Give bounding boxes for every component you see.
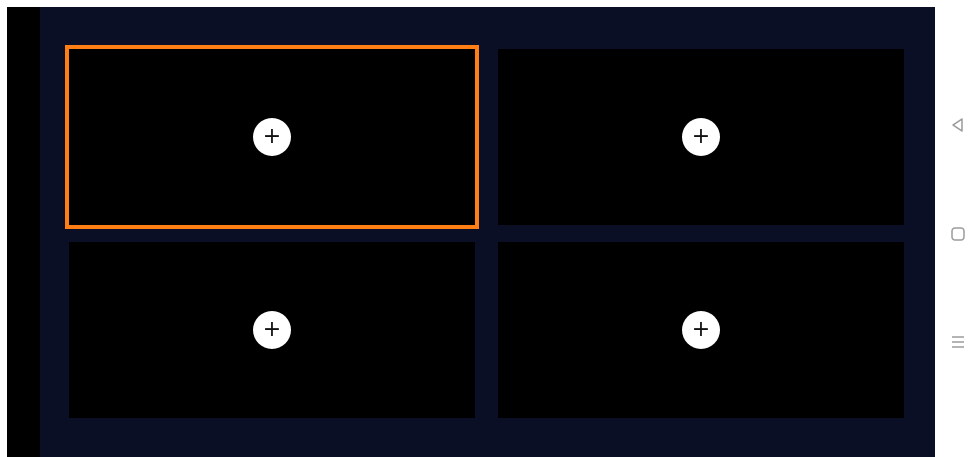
- plus-icon: +: [691, 124, 711, 149]
- menu-lines-icon[interactable]: [948, 332, 968, 352]
- plus-icon: +: [691, 317, 711, 342]
- app-root: + + + +: [0, 0, 976, 457]
- add-button[interactable]: +: [253, 118, 291, 156]
- plus-icon: +: [262, 124, 282, 149]
- screen-slot-3[interactable]: +: [69, 242, 475, 418]
- screen-slot-4[interactable]: +: [498, 242, 904, 418]
- left-edge-strip: [7, 7, 40, 457]
- add-button[interactable]: +: [682, 311, 720, 349]
- split-screen-grid: + + + +: [7, 7, 935, 457]
- add-button[interactable]: +: [682, 118, 720, 156]
- system-nav-bar: [935, 7, 976, 457]
- plus-icon: +: [262, 317, 282, 342]
- home-square-icon[interactable]: [948, 224, 968, 244]
- back-triangle-icon[interactable]: [948, 115, 968, 135]
- screen-slot-1[interactable]: +: [65, 45, 479, 229]
- add-button[interactable]: +: [253, 311, 291, 349]
- screen-slot-2[interactable]: +: [498, 49, 904, 225]
